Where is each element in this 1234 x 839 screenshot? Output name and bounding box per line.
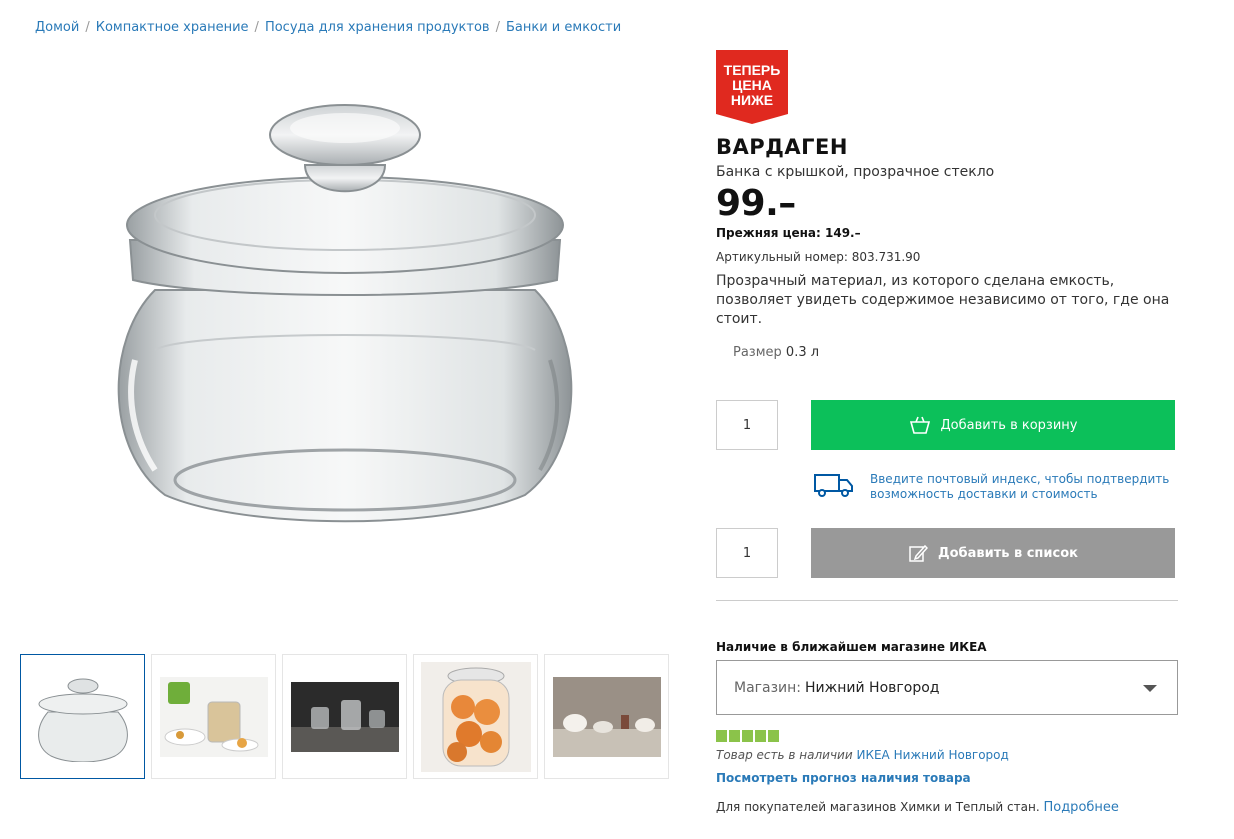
breadcrumb-separator: / xyxy=(254,20,259,35)
article-number: Артикульный номер: 803.731.90 xyxy=(716,250,921,264)
product-long-description: Прозрачный материал, из которого сделана… xyxy=(716,273,1170,327)
add-to-cart-button[interactable]: Добавить в корзину xyxy=(811,400,1175,450)
breadcrumb-separator: / xyxy=(495,20,500,35)
add-to-cart-label: Добавить в корзину xyxy=(940,417,1078,433)
badge-line-3: НИЖЕ xyxy=(731,92,773,108)
thumbnail-kitchen-scene[interactable] xyxy=(151,654,276,779)
breadcrumb: Домой / Компактное хранение / Посуда для… xyxy=(35,20,621,35)
product-name: ВАРДАГЕН xyxy=(716,135,848,159)
thumbnail-table-scene[interactable] xyxy=(544,654,669,779)
stock-status-text: Товар есть в наличии xyxy=(716,748,853,762)
divider xyxy=(716,600,1178,601)
add-to-list-label: Добавить в список xyxy=(938,545,1078,561)
chevron-down-icon xyxy=(1143,685,1157,692)
edit-list-icon xyxy=(909,544,928,562)
product-price: 99.– xyxy=(716,183,796,224)
price-drop-badge: ТЕПЕРЬ ЦЕНА НИЖЕ xyxy=(716,50,788,124)
breadcrumb-compact-storage[interactable]: Компактное хранение xyxy=(96,20,249,35)
availability-title: Наличие в ближайшем магазине ИКЕА xyxy=(716,640,987,654)
stock-forecast-link[interactable]: Посмотреть прогноз наличия товара xyxy=(716,771,971,785)
thumbnail-strip xyxy=(20,654,669,779)
store-note: Для покупателей магазинов Химки и Теплый… xyxy=(716,800,1119,815)
breadcrumb-separator: / xyxy=(85,20,90,35)
thumbnail-dark-scene[interactable] xyxy=(282,654,407,779)
delivery-postcode-link[interactable]: Введите почтовый индекс, чтобы подтверди… xyxy=(870,472,1190,502)
list-quantity-input[interactable]: 1 xyxy=(716,528,778,578)
badge-line-2: ЦЕНА xyxy=(732,77,772,93)
badge-line-1: ТЕПЕРЬ xyxy=(724,62,781,78)
thumbnail-jar[interactable] xyxy=(20,654,145,779)
product-description: Банка с крышкой, прозрачное стекло xyxy=(716,164,995,180)
store-select[interactable]: Магазин: Нижний Новгород xyxy=(716,660,1178,715)
delivery-info[interactable]: Введите почтовый индекс, чтобы подтверди… xyxy=(814,472,1190,502)
thumbnail-apricot-jar[interactable] xyxy=(413,654,538,779)
size-label: Размер xyxy=(733,345,782,360)
product-main-image[interactable] xyxy=(95,100,595,530)
breadcrumb-home[interactable]: Домой xyxy=(35,20,79,35)
store-select-value: Нижний Новгород xyxy=(805,679,940,696)
breadcrumb-food-storage[interactable]: Посуда для хранения продуктов xyxy=(265,20,490,35)
store-select-label: Магазин: xyxy=(734,679,802,696)
stock-status: Товар есть в наличии ИКЕА Нижний Новгоро… xyxy=(716,748,1009,762)
old-price: Прежняя цена: 149.– xyxy=(716,226,861,240)
size-info: Размер 0.3 л xyxy=(733,345,819,360)
more-link[interactable]: Подробнее xyxy=(1043,800,1118,815)
truck-icon xyxy=(814,474,853,497)
cart-quantity-input[interactable]: 1 xyxy=(716,400,778,450)
size-value: 0.3 л xyxy=(785,345,820,360)
store-note-text: Для покупателей магазинов Химки и Теплый… xyxy=(716,800,1040,814)
stock-store-link[interactable]: ИКЕА Нижний Новгород xyxy=(856,748,1008,762)
add-to-list-button[interactable]: Добавить в список xyxy=(811,528,1175,578)
stock-level-indicator xyxy=(716,730,779,742)
basket-icon xyxy=(909,416,930,434)
breadcrumb-jars[interactable]: Банки и емкости xyxy=(506,20,621,35)
